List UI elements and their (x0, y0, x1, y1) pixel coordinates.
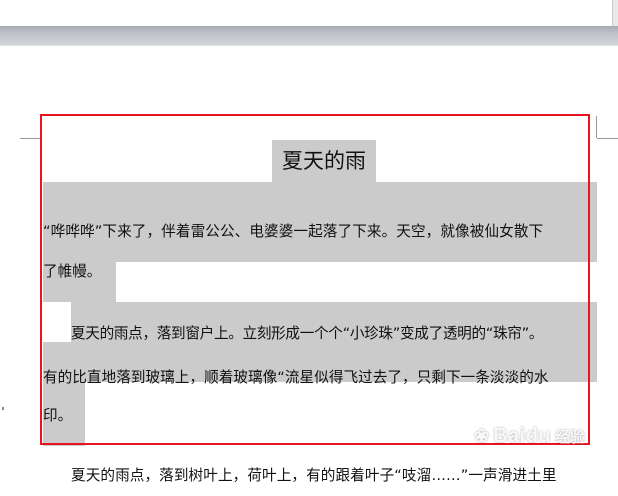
title-bar (0, 0, 618, 26)
ruler-tick (2, 407, 4, 410)
horizontal-ruler[interactable] (0, 26, 618, 46)
watermark-brand: Baidu (493, 424, 552, 447)
paragraph-line-6: 夏天的雨点，落到树叶上，荷叶上，有的跟着叶子“吱溜……”一声滑进土里 (71, 467, 557, 484)
paragraph-line-1: “哗哗哗”下来了，伴着雷公公、电婆婆一起落了下来。天空，就像被仙女散下 (43, 223, 544, 240)
crop-mark-top-left-horizontal (20, 138, 40, 139)
crop-mark-top-left-vertical (40, 116, 41, 138)
paragraph-line-4: 有的比直地落到玻璃上，顺着玻璃像“流星似得飞过去了，只剩下一条淡淡的水 (43, 369, 549, 386)
baidu-watermark: ❀ Baidu 经验 (474, 421, 585, 451)
document-title: 夏天的雨 (272, 140, 376, 182)
unselected-gap-line-2 (116, 262, 597, 302)
paragraph-line-3: 夏天的雨点，落到窗户上。立刻形成一个个“小珍珠”变成了透明的“珠帘”。 (71, 325, 544, 342)
paragraph-line-5: 印。 (43, 407, 73, 424)
crop-mark-top-right-vertical (596, 116, 597, 138)
paw-icon: ❀ (474, 425, 490, 446)
paragraph-line-2: 了帷幔。 (43, 263, 102, 280)
scrollbar-top[interactable] (612, 0, 618, 26)
unselected-indent-line-3 (43, 302, 71, 342)
watermark-suffix: 经验 (555, 428, 586, 446)
crop-mark-top-right-horizontal (597, 138, 618, 139)
